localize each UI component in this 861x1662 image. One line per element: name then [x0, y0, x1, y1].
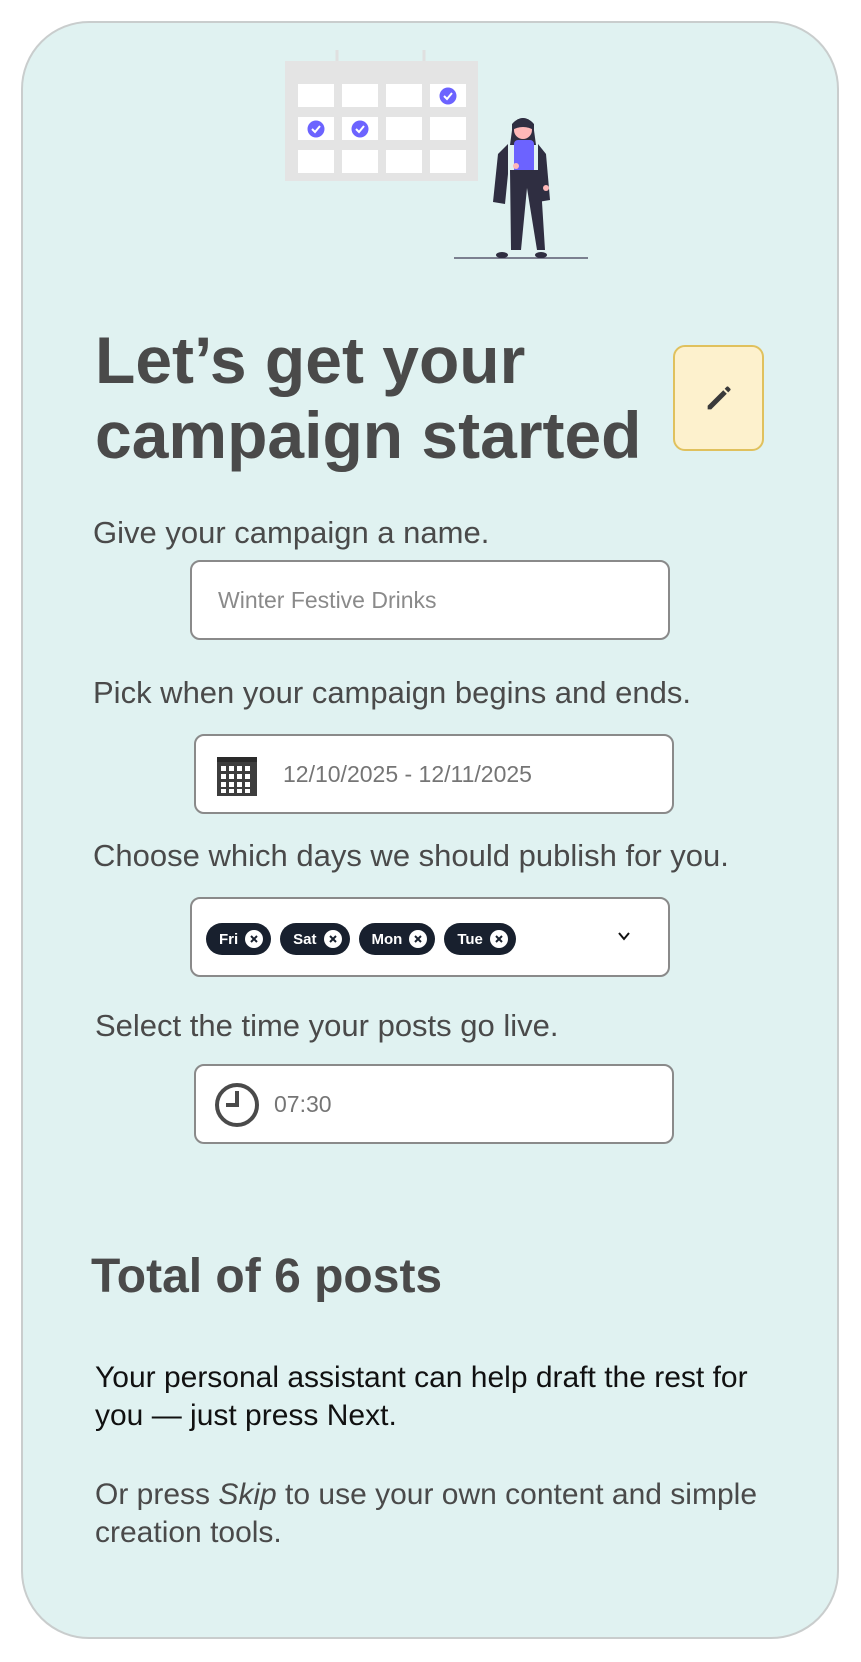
pencil-icon	[707, 386, 731, 410]
close-circle-icon[interactable]	[489, 930, 508, 948]
campaign-setup-card: Let’s get your campaign started Give you…	[21, 21, 839, 1639]
total-posts-heading: Total of 6 posts	[91, 1250, 443, 1303]
day-chip-label: Sat	[293, 930, 317, 948]
selected-days-list: Fri Sat Mon Tue	[206, 923, 516, 955]
assistant-help-text: Your personal assistant can help draft t…	[95, 1361, 748, 1432]
post-time-label: Select the time your posts go live.	[95, 1008, 559, 1043]
day-chip-mon: Mon	[358, 923, 436, 955]
edit-title-button[interactable]	[673, 345, 764, 451]
day-chip-label: Fri	[219, 930, 239, 948]
close-circle-icon[interactable]	[409, 930, 428, 948]
skip-word: Skip	[218, 1478, 277, 1511]
close-circle-icon[interactable]	[323, 930, 342, 948]
skip-note: Or press Skip to use your own content an…	[95, 1476, 775, 1552]
day-chip-sat: Sat	[280, 923, 350, 955]
date-range-label: Pick when your campaign begins and ends.	[93, 675, 691, 710]
campaign-name-field[interactable]	[190, 560, 670, 640]
calendar-person-illustration	[285, 50, 588, 259]
campaign-name-input[interactable]	[218, 562, 648, 638]
date-range-field[interactable]: 12/10/2025 - 12/11/2025	[194, 734, 674, 814]
publish-days-select[interactable]: Fri Sat Mon Tue	[190, 897, 670, 977]
chevron-down-icon[interactable]	[614, 926, 634, 946]
calendar-icon	[217, 757, 257, 796]
day-chip-label: Mon	[371, 930, 403, 948]
day-chip-fri: Fri	[206, 923, 272, 955]
campaign-name-label: Give your campaign a name.	[93, 515, 490, 550]
day-chip-tue: Tue	[444, 923, 516, 955]
page-title: Let’s get your campaign started	[95, 323, 642, 472]
skip-note-prefix: Or press	[95, 1478, 219, 1511]
publish-days-label: Choose which days we should publish for …	[93, 838, 729, 873]
close-circle-icon[interactable]	[245, 930, 264, 948]
post-time-value: 07:30	[274, 1091, 332, 1117]
date-range-value: 12/10/2025 - 12/11/2025	[283, 761, 532, 787]
post-time-field[interactable]: 07:30	[194, 1064, 674, 1144]
clock-icon	[215, 1083, 259, 1127]
day-chip-label: Tue	[457, 930, 483, 948]
